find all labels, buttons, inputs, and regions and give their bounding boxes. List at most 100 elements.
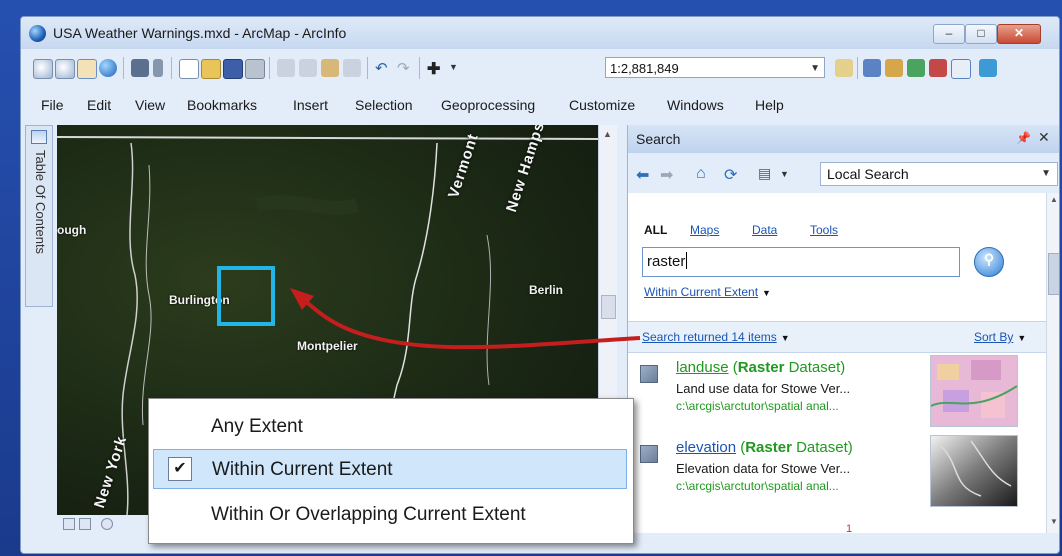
result-description: Elevation data for Stowe Ver... — [676, 461, 851, 476]
menu-windows[interactable]: Windows — [667, 97, 724, 113]
python-window-icon[interactable] — [951, 59, 971, 79]
print-icon[interactable] — [245, 59, 265, 79]
scroll-thumb[interactable] — [1048, 253, 1059, 295]
undo-icon[interactable]: ↶ — [375, 59, 393, 77]
toolbar-separator — [171, 57, 172, 79]
sort-by-link[interactable]: Sort By ▼ — [974, 330, 1026, 344]
search-result-item[interactable]: elevation (Raster Dataset) Elevation dat… — [628, 435, 1046, 511]
forward-arrow-icon[interactable]: ➡ — [660, 165, 673, 185]
full-extent-globe-icon[interactable] — [99, 59, 117, 77]
map-label-montpelier: Montpelier — [297, 339, 358, 353]
search-icon: ⚲ — [983, 251, 995, 267]
scroll-down-icon[interactable]: ▼ — [1050, 517, 1058, 526]
menu-help[interactable]: Help — [755, 97, 784, 113]
search-query: raster — [647, 253, 686, 270]
layout-view-icon[interactable] — [79, 518, 91, 530]
zoom-out-icon[interactable] — [55, 59, 75, 79]
paste-icon[interactable] — [321, 59, 339, 77]
copy-icon[interactable] — [299, 59, 317, 77]
editor-icon[interactable] — [835, 59, 853, 77]
menu-customize[interactable]: Customize — [569, 97, 635, 113]
result-title[interactable]: landuse (Raster Dataset) — [676, 359, 845, 376]
map-label-place: ough — [57, 223, 87, 237]
result-title[interactable]: elevation (Raster Dataset) — [676, 439, 853, 456]
pin-icon[interactable]: 📌 — [1016, 131, 1031, 145]
menu-bookmarks[interactable]: Bookmarks — [187, 97, 257, 113]
refresh-icon[interactable]: ⟳ — [724, 165, 737, 185]
search-window-icon[interactable] — [907, 59, 925, 77]
menu-file[interactable]: File — [41, 97, 64, 113]
search-scrollbar[interactable]: ▲ ▼ — [1046, 193, 1059, 533]
menu-edit[interactable]: Edit — [87, 97, 111, 113]
result-type-strong: Raster — [737, 359, 785, 376]
filter-maps[interactable]: Maps — [690, 223, 719, 237]
minimize-button[interactable]: – — [933, 24, 965, 44]
option-within-current-extent[interactable]: ✔ Within Current Extent — [153, 449, 627, 489]
zoom-in-icon[interactable] — [33, 59, 53, 79]
toc-tab[interactable]: Table Of Contents — [25, 125, 53, 307]
extent-dropdown-menu: Any Extent ✔ Within Current Extent Withi… — [148, 398, 634, 544]
cut-icon[interactable] — [277, 59, 295, 77]
menu-view[interactable]: View — [135, 97, 165, 113]
extent-filter-link[interactable]: Within Current Extent ▼ — [644, 285, 771, 299]
toolbar-separator — [123, 57, 124, 79]
option-any-extent[interactable]: Any Extent — [153, 407, 627, 447]
select-tool-icon[interactable] — [153, 59, 163, 77]
close-icon[interactable]: ✕ — [1038, 129, 1050, 146]
search-scope-select[interactable]: Local Search ▼ — [820, 162, 1058, 186]
map-scale-combo[interactable]: 1:2,881,849 ▼ — [605, 57, 825, 78]
save-icon[interactable] — [223, 59, 243, 79]
scroll-up-icon[interactable]: ▲ — [1050, 195, 1058, 204]
arctoolbox-icon[interactable] — [929, 59, 947, 77]
sort-by-label: Sort By — [974, 330, 1014, 344]
filter-data[interactable]: Data — [752, 223, 777, 237]
raster-dataset-icon — [640, 365, 658, 383]
extent-filter-label: Within Current Extent — [644, 285, 759, 299]
chevron-down-icon: ▼ — [810, 63, 820, 74]
pan-hand-icon[interactable] — [77, 59, 97, 79]
catalog-icon[interactable] — [885, 59, 903, 77]
open-folder-icon[interactable] — [201, 59, 221, 79]
filter-tools[interactable]: Tools — [810, 223, 838, 237]
table-of-contents-icon[interactable] — [863, 59, 881, 77]
scroll-thumb[interactable] — [601, 295, 616, 319]
home-icon[interactable]: ⌂ — [696, 165, 706, 183]
text-caret — [686, 252, 688, 269]
delete-icon[interactable] — [343, 59, 361, 77]
river-line — [141, 164, 152, 426]
results-page-number[interactable]: 1 — [846, 523, 852, 535]
results-count-link[interactable]: Search returned 14 items ▼ — [642, 330, 790, 344]
menu-geoprocessing[interactable]: Geoprocessing — [441, 97, 535, 113]
refresh-icon[interactable] — [101, 518, 113, 530]
options-icon[interactable]: ▤ — [758, 165, 771, 182]
result-type-rest: Dataset) — [791, 439, 853, 456]
data-view-icon[interactable] — [63, 518, 75, 530]
redo-icon[interactable]: ↷ — [397, 59, 415, 77]
title-bar: USA Weather Warnings.mxd - ArcMap - ArcI… — [21, 17, 1059, 49]
terrain-shade — [255, 195, 360, 215]
close-icon: ✕ — [1013, 26, 1025, 40]
search-result-item[interactable]: landuse (Raster Dataset) Land use data f… — [628, 355, 1046, 431]
state-border-north — [57, 136, 598, 140]
menu-insert[interactable]: Insert — [293, 97, 328, 113]
option-within-or-overlapping[interactable]: Within Or Overlapping Current Extent — [153, 495, 627, 535]
add-data-dropdown-icon[interactable]: ▼ — [449, 59, 467, 80]
new-document-icon[interactable] — [179, 59, 199, 79]
result-name[interactable]: elevation — [676, 439, 736, 456]
chevron-down-icon: ▼ — [780, 333, 790, 343]
filter-all[interactable]: ALL — [644, 223, 667, 237]
chevron-down-icon[interactable]: ▼ — [780, 169, 789, 179]
result-name[interactable]: landuse — [676, 359, 729, 376]
search-scope-value: Local Search — [827, 166, 909, 182]
scroll-up-icon[interactable]: ▲ — [603, 129, 612, 139]
close-window-button[interactable]: ✕ — [997, 24, 1041, 44]
search-input[interactable]: raster — [642, 247, 960, 277]
search-button[interactable]: ⚲ — [974, 247, 1004, 277]
arcmap-globe-icon — [29, 25, 46, 42]
add-data-icon[interactable]: ✚ — [427, 59, 445, 78]
maximize-button[interactable]: □ — [965, 24, 997, 44]
fixed-zoom-icon[interactable] — [131, 59, 149, 77]
menu-selection[interactable]: Selection — [355, 97, 413, 113]
model-builder-icon[interactable] — [979, 59, 997, 77]
back-arrow-icon[interactable]: ⬅ — [636, 165, 649, 185]
